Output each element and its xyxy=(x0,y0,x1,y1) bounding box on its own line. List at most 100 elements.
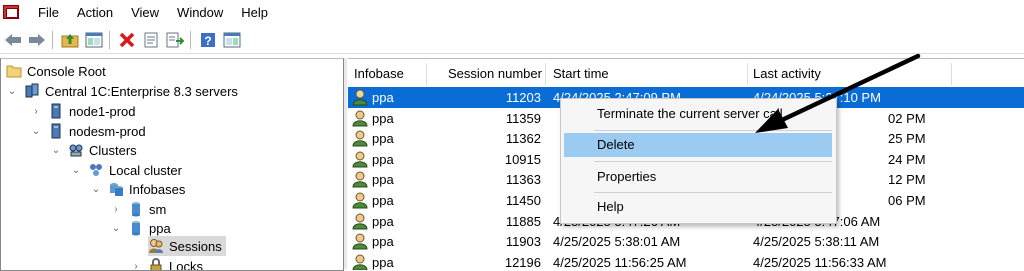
svg-text:?: ? xyxy=(204,34,211,48)
column-header-last-activity[interactable]: Last activity xyxy=(753,63,821,85)
cell-session-number: 11450 xyxy=(448,190,541,211)
up-folder-icon[interactable] xyxy=(59,29,81,51)
back-arrow-icon[interactable] xyxy=(2,29,24,51)
cell-last-activity: 02 PM xyxy=(888,108,926,129)
chevron-right-icon[interactable]: › xyxy=(130,261,142,271)
cell-infobase: ppa xyxy=(372,128,394,149)
toolbar-separator xyxy=(190,31,191,49)
menu-separator xyxy=(594,192,832,193)
chevron-down-icon[interactable]: ⌄ xyxy=(90,184,102,195)
tree-item-nodesm-prod[interactable]: ⌄ nodesm-prod xyxy=(30,121,146,141)
cell-session-number: 11363 xyxy=(448,169,541,190)
folder-icon xyxy=(6,63,22,79)
menu-bar: File Action View Window Help xyxy=(0,0,1024,26)
menu-item-help[interactable]: Help xyxy=(564,195,832,219)
tree-label: Clusters xyxy=(89,143,137,158)
user-session-icon xyxy=(352,254,368,270)
tree-item-node1-prod[interactable]: › node1-prod xyxy=(30,101,136,121)
show-hide-tree-icon[interactable] xyxy=(83,29,105,51)
cell-infobase: ppa xyxy=(372,108,394,129)
tree-label: sm xyxy=(149,202,166,217)
tree-label: Central 1C:Enterprise 8.3 servers xyxy=(45,84,238,99)
column-header-session-number[interactable]: Session number xyxy=(448,63,542,85)
cell-session-number: 10915 xyxy=(448,149,541,170)
chevron-down-icon[interactable]: ⌄ xyxy=(30,126,42,137)
cell-session-number: 11903 xyxy=(448,231,541,252)
show-hide-action-pane-icon[interactable] xyxy=(221,29,243,51)
menu-separator xyxy=(594,130,832,131)
database-icon xyxy=(128,220,144,236)
cell-infobase: ppa xyxy=(372,252,394,270)
cell-start-time: 4/25/2025 5:38:01 AM xyxy=(553,231,680,252)
cell-infobase: ppa xyxy=(372,87,394,108)
chevron-down-icon[interactable]: ⌄ xyxy=(70,165,82,176)
server-group-icon xyxy=(24,83,40,99)
menu-action[interactable]: Action xyxy=(68,0,122,26)
tree-label: Locks xyxy=(169,259,203,271)
cell-session-number: 11885 xyxy=(448,211,541,232)
column-divider[interactable] xyxy=(426,63,427,85)
database-icon xyxy=(128,201,144,217)
chevron-right-icon[interactable]: › xyxy=(30,106,42,117)
server-icon xyxy=(48,103,64,119)
tree-item-clusters[interactable]: ⌄ Clusters xyxy=(50,140,137,160)
column-divider[interactable] xyxy=(545,63,546,85)
server-icon xyxy=(48,123,64,139)
tree-label: Infobases xyxy=(129,182,185,197)
menu-window[interactable]: Window xyxy=(168,0,232,26)
tree-label: nodesm-prod xyxy=(69,124,146,139)
export-list-icon[interactable] xyxy=(164,29,186,51)
tree-item-local-cluster[interactable]: ⌄ Local cluster xyxy=(70,160,182,180)
tree-item-infobases[interactable]: ⌄ Infobases xyxy=(90,179,185,199)
tree-item-sm[interactable]: › sm xyxy=(110,199,166,219)
menu-file[interactable]: File xyxy=(29,0,68,26)
cell-session-number: 11203 xyxy=(448,87,541,108)
chevron-down-icon[interactable]: ⌄ xyxy=(50,145,62,156)
cell-start-time: 4/25/2025 11:56:25 AM xyxy=(553,252,686,270)
toolbar-separator xyxy=(109,31,110,49)
column-header-start-time[interactable]: Start time xyxy=(553,63,609,85)
column-header-infobase[interactable]: Infobase xyxy=(354,63,404,85)
table-row[interactable]: ppa 11903 4/25/2025 5:38:01 AM 4/25/2025 5:… xyxy=(348,231,1024,252)
menu-item-properties[interactable]: Properties xyxy=(564,165,832,189)
cell-infobase: ppa xyxy=(372,149,394,170)
help-icon[interactable]: ? xyxy=(197,29,219,51)
chevron-right-icon[interactable]: › xyxy=(110,204,122,215)
column-divider[interactable] xyxy=(951,63,952,85)
app-icon[interactable] xyxy=(3,5,21,21)
tree-item-console-root[interactable]: Console Root xyxy=(6,61,106,81)
table-row[interactable]: ppa121964/25/2025 11:56:25 AM4/25/2025 1… xyxy=(348,252,1024,270)
cell-last-activity: 4/25/2025 5:38:11 AM xyxy=(753,231,879,252)
cell-infobase: ppa xyxy=(372,211,394,232)
cell-last-activity: 25 PM xyxy=(888,128,926,149)
clusters-icon xyxy=(68,142,84,158)
chevron-down-icon[interactable]: ⌄ xyxy=(110,223,122,234)
tree-label: Sessions xyxy=(169,239,222,254)
chevron-down-icon[interactable]: ⌄ xyxy=(6,86,18,97)
menu-help[interactable]: Help xyxy=(232,0,277,26)
cell-infobase: ppa xyxy=(372,231,394,252)
toolbar-separator xyxy=(52,31,53,49)
properties-icon[interactable] xyxy=(140,29,162,51)
context-menu: Terminate the current server call Delete… xyxy=(560,98,837,224)
menu-item-terminate-server-call[interactable]: Terminate the current server call xyxy=(564,102,832,126)
tree-item-ppa[interactable]: ⌄ ppa xyxy=(110,218,171,238)
menu-view[interactable]: View xyxy=(122,0,168,26)
tree-item-servers[interactable]: ⌄ Central 1C:Enterprise 8.3 servers xyxy=(6,81,238,101)
delete-icon[interactable] xyxy=(116,29,138,51)
cell-session-number: 11359 xyxy=(448,108,541,129)
cell-last-activity: 12 PM xyxy=(888,169,926,190)
tree-label: node1-prod xyxy=(69,104,136,119)
cell-infobase: ppa xyxy=(372,190,394,211)
tree-label: Console Root xyxy=(27,64,106,79)
forward-arrow-icon[interactable] xyxy=(26,29,48,51)
console-tree: Console Root ⌄ Central 1C:Enterprise 8.3… xyxy=(0,58,344,271)
sessions-icon xyxy=(148,238,164,254)
tree-item-sessions[interactable]: Sessions xyxy=(148,236,226,256)
cell-last-activity: 06 PM xyxy=(888,190,926,211)
menu-item-delete[interactable]: Delete xyxy=(564,133,832,157)
pane-splitter[interactable] xyxy=(344,58,347,269)
cluster-icon xyxy=(88,162,104,178)
column-divider[interactable] xyxy=(747,63,748,85)
cell-last-activity: 4/25/2025 11:56:33 AM xyxy=(753,252,886,270)
